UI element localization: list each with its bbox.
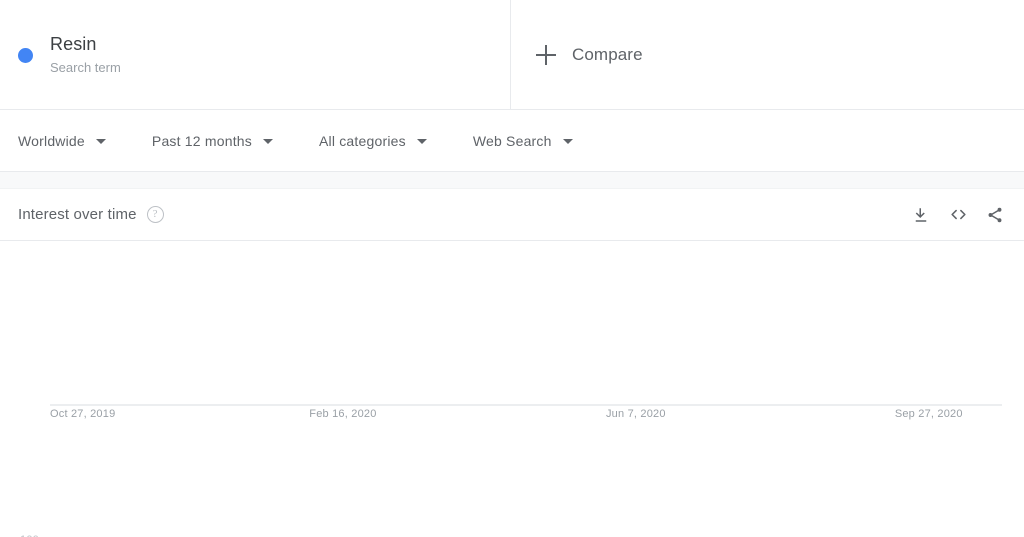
search-term-bar: Resin Search term Compare bbox=[0, 0, 1024, 110]
search-term-title: Resin bbox=[50, 33, 97, 54]
compare-label: Compare bbox=[572, 44, 643, 64]
chevron-down-icon bbox=[416, 139, 427, 144]
add-compare-button[interactable]: Compare bbox=[511, 0, 1024, 109]
plus-icon bbox=[536, 44, 556, 65]
filter-search-type[interactable]: Web Search bbox=[473, 133, 573, 149]
chevron-down-icon bbox=[262, 139, 273, 144]
chevron-down-icon bbox=[562, 139, 573, 144]
x-tick-label: Oct 27, 2019 bbox=[50, 408, 115, 420]
filter-category-label: All categories bbox=[318, 132, 406, 149]
card-header: Interest over time ? bbox=[0, 189, 1024, 241]
series-color-dot bbox=[18, 48, 33, 63]
filter-time-range-label: Past 12 months bbox=[151, 132, 252, 149]
x-tick-label: Sep 27, 2020 bbox=[895, 408, 963, 420]
filter-bar: Worldwide Past 12 months All categories … bbox=[0, 110, 1024, 172]
share-icon[interactable] bbox=[980, 200, 1010, 230]
google-trends-page: Resin Search term Compare Worldwide Past… bbox=[0, 0, 1024, 537]
x-tick-label: Feb 16, 2020 bbox=[309, 408, 376, 420]
interest-over-time-chart[interactable]: 255075100 Oct 27, 2019Feb 16, 2020Jun 7,… bbox=[0, 241, 1024, 537]
interest-over-time-card: Interest over time ? Oct 27, 2019 Feb 16… bbox=[0, 189, 1024, 537]
download-icon[interactable] bbox=[906, 200, 936, 230]
x-tick-label: Jun 7, 2020 bbox=[606, 408, 666, 420]
search-term-texts: Resin Search term bbox=[50, 32, 121, 78]
filter-location[interactable]: Worldwide bbox=[18, 133, 106, 149]
embed-code-icon[interactable] bbox=[943, 200, 973, 230]
section-gap bbox=[0, 172, 1024, 189]
chart-svg: 255075100 Oct 27, 2019Feb 16, 2020Jun 7,… bbox=[20, 404, 1002, 537]
chevron-down-icon bbox=[95, 139, 106, 144]
filter-time-range[interactable]: Past 12 months bbox=[152, 133, 273, 149]
filter-category[interactable]: All categories bbox=[319, 133, 427, 149]
search-term-card[interactable]: Resin Search term bbox=[0, 0, 511, 109]
filter-location-label: Worldwide bbox=[18, 132, 85, 149]
search-term-subtitle: Search term bbox=[50, 59, 121, 75]
card-title: Interest over time bbox=[18, 206, 137, 223]
filter-search-type-label: Web Search bbox=[472, 132, 552, 149]
help-question-icon[interactable]: ? bbox=[146, 206, 164, 223]
chart-gridlines bbox=[50, 404, 1002, 406]
chart-x-axis-labels: Oct 27, 2019 Feb 16, 2020 Jun 7, 2020 Sep 2… bbox=[50, 408, 963, 420]
